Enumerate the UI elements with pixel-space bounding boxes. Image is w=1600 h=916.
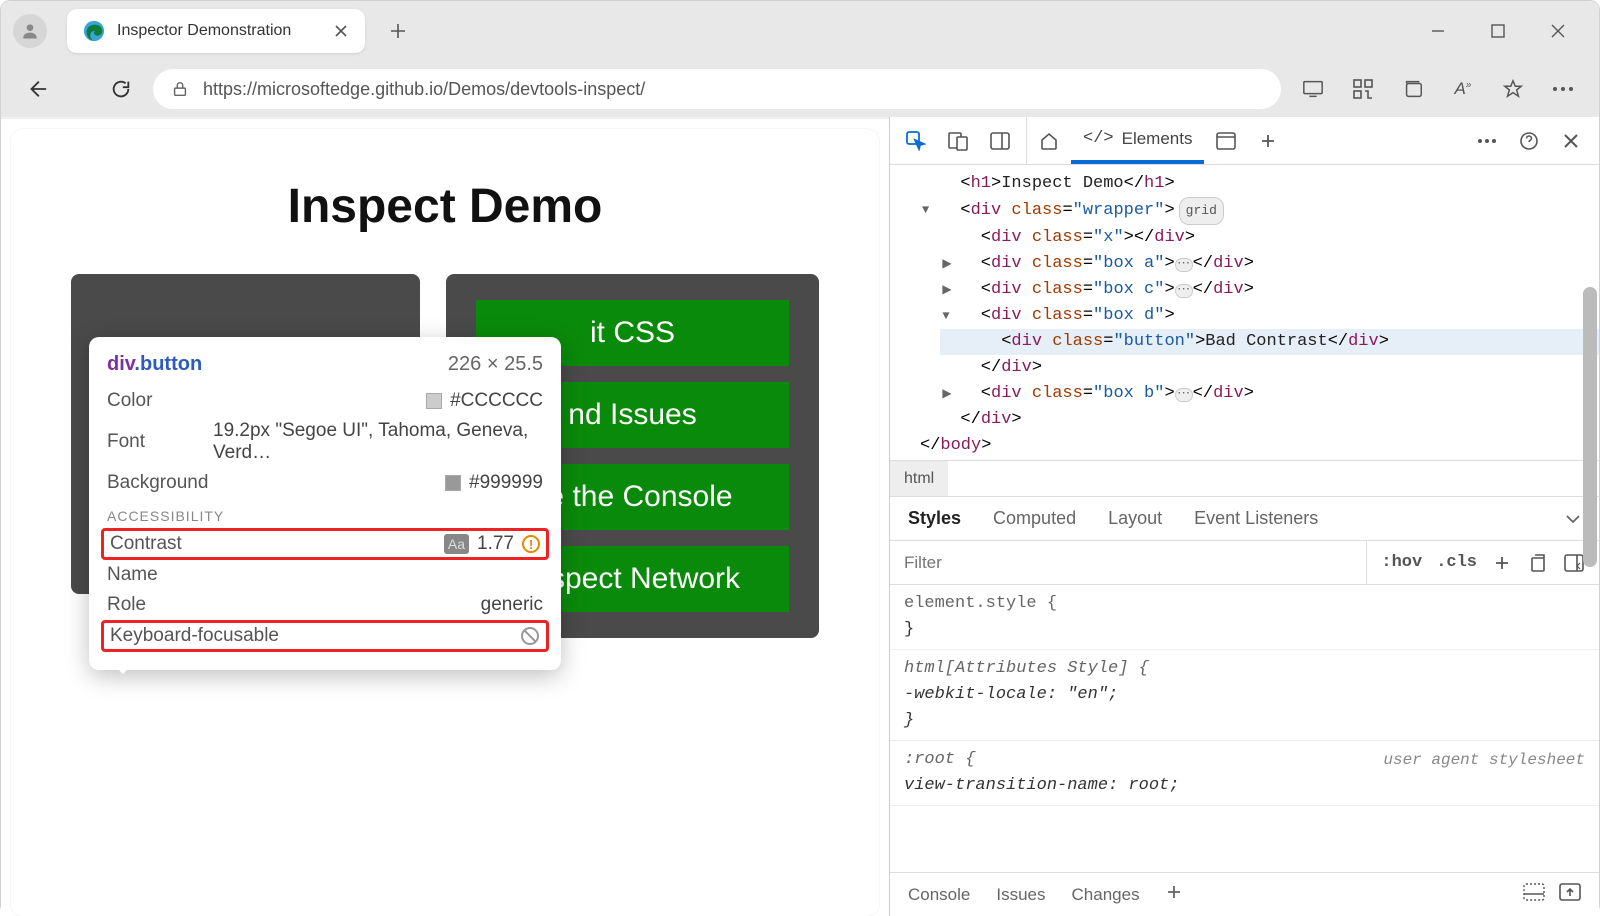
drawer-tab-issues[interactable]: Issues (996, 885, 1045, 905)
tab-styles[interactable]: Styles (908, 508, 961, 529)
tab-layout[interactable]: Layout (1108, 508, 1162, 529)
back-button[interactable] (19, 71, 55, 107)
url-text: https://microsoftedge.github.io/Demos/de… (203, 79, 1263, 100)
collections-icon[interactable] (1395, 71, 1431, 107)
tab-computed[interactable]: Computed (993, 508, 1076, 529)
refresh-button[interactable] (103, 71, 139, 107)
browser-titlebar: Inspector Demonstration (1, 1, 1599, 61)
drawer-expand-icon[interactable] (1559, 883, 1581, 906)
drawer-tab-changes[interactable]: Changes (1072, 885, 1140, 905)
cls-toggle[interactable]: .cls (1436, 553, 1477, 572)
new-tab-button[interactable] (383, 16, 413, 46)
warning-icon: ! (522, 535, 540, 553)
color-swatch-icon (426, 393, 442, 409)
app-tab-icon[interactable] (1204, 117, 1248, 164)
tooltip-dimensions: 226 × 25.5 (448, 353, 543, 376)
styles-filter-row: :hov .cls (890, 541, 1599, 585)
not-allowed-icon (520, 626, 540, 646)
devtools-drawer: Console Issues Changes (890, 872, 1599, 916)
keyboard-focusable-row-highlight: Keyboard-focusable (101, 620, 549, 652)
computed-sidebar-icon[interactable] (1563, 552, 1585, 574)
drawer-more-tabs[interactable] (1166, 884, 1182, 905)
devtools-toolbar: </>Elements (890, 117, 1599, 165)
devtools-more-icon[interactable] (1471, 125, 1503, 157)
styles-filter-input[interactable] (890, 541, 1366, 584)
favorite-icon[interactable] (1495, 71, 1531, 107)
tab-eventlisteners[interactable]: Event Listeners (1194, 508, 1318, 529)
drawer-tab-console[interactable]: Console (908, 885, 970, 905)
maximize-button[interactable] (1483, 16, 1513, 46)
devtools-close-icon[interactable] (1555, 125, 1587, 157)
new-style-rule-icon[interactable] (1491, 552, 1513, 574)
hov-toggle[interactable]: :hov (1381, 553, 1422, 572)
browser-toolbar: https://microsoftedge.github.io/Demos/de… (1, 61, 1599, 117)
minimize-button[interactable] (1423, 16, 1453, 46)
dom-tree[interactable]: <h1>Inspect Demo</h1> ▼ <div class="wrap… (890, 165, 1599, 461)
page-title: Inspect Demo (11, 179, 879, 234)
more-tabs-button[interactable] (1248, 117, 1288, 164)
close-icon[interactable] (333, 23, 349, 39)
device-toggle-icon[interactable] (942, 125, 974, 157)
dock-side-icon[interactable] (984, 125, 1016, 157)
window-close-button[interactable] (1543, 16, 1573, 46)
aa-badge-icon: Aa (444, 534, 469, 554)
color-swatch-icon (445, 475, 461, 491)
tooltip-selector: div.button (107, 353, 202, 376)
styles-pane[interactable]: element.style { } html[Attributes Style]… (890, 585, 1599, 872)
desktop-icon[interactable] (1295, 71, 1331, 107)
inspect-tooltip: div.button 226 × 25.5 Color#CCCCCC Font1… (89, 337, 561, 670)
scrollbar[interactable] (1583, 287, 1597, 567)
styles-tablist: Styles Computed Layout Event Listeners (890, 497, 1599, 541)
welcome-tab[interactable] (1027, 117, 1071, 164)
dom-breadcrumb[interactable]: html (890, 461, 1599, 497)
drawer-dock-icon[interactable] (1523, 883, 1545, 906)
profile-avatar[interactable] (13, 14, 47, 48)
inspect-element-icon[interactable] (900, 125, 932, 157)
more-icon[interactable] (1545, 71, 1581, 107)
help-icon[interactable] (1513, 125, 1545, 157)
copy-styles-icon[interactable] (1527, 552, 1549, 574)
qr-icon[interactable] (1345, 71, 1381, 107)
edge-icon (83, 20, 105, 42)
dom-selected-node[interactable]: <div class="button">Bad Contrast</div> (940, 329, 1599, 355)
read-aloud-icon[interactable]: A» (1445, 71, 1481, 107)
address-bar[interactable]: https://microsoftedge.github.io/Demos/de… (153, 69, 1281, 109)
elements-tab[interactable]: </>Elements (1071, 117, 1204, 164)
devtools-panel: </>Elements <h1>Inspect Demo</h1> ▼ <div… (889, 117, 1599, 916)
browser-tab[interactable]: Inspector Demonstration (67, 9, 365, 53)
chevron-down-icon[interactable] (1565, 508, 1581, 529)
tab-title: Inspector Demonstration (117, 22, 291, 40)
contrast-row-highlight: Contrast Aa1.77! (101, 528, 549, 560)
lock-icon (171, 80, 189, 98)
page-viewport: Inspect Demo Bad Contrast it CSS nd Issu… (1, 117, 889, 916)
